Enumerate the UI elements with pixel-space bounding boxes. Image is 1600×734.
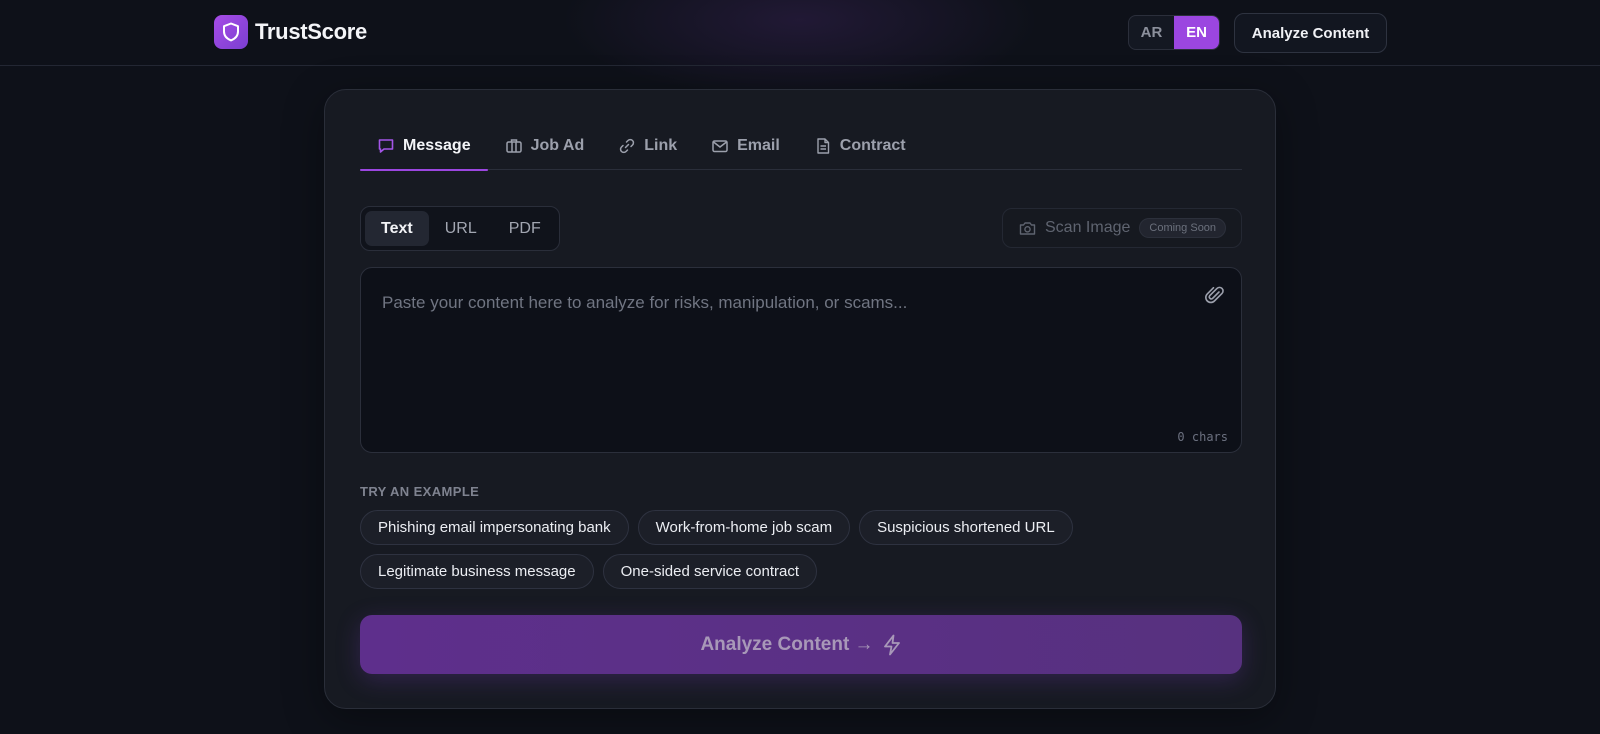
textarea-placeholder: Paste your content here to analyze for r… (382, 293, 908, 312)
example-chip[interactable]: Legitimate business message (360, 554, 594, 589)
scan-image-button[interactable]: Scan Image Coming Soon (1002, 208, 1242, 248)
mode-url-button[interactable]: URL (429, 211, 493, 246)
content-textarea[interactable]: Paste your content here to analyze for r… (360, 267, 1242, 453)
lightning-icon (883, 634, 900, 655)
input-mode-switch: Text URL PDF (360, 206, 560, 251)
tab-message[interactable]: Message (360, 122, 488, 171)
tab-label: Link (644, 137, 678, 154)
example-chip[interactable]: One-sided service contract (602, 554, 818, 589)
examples-heading: TRY AN EXAMPLE (360, 484, 480, 499)
tab-label: Contract (839, 137, 906, 154)
brand-name: TrustScore (255, 19, 367, 44)
tab-link[interactable]: Link (601, 122, 694, 170)
camera-icon (1019, 221, 1036, 235)
language-toggle: AR EN (1128, 15, 1220, 50)
analyze-button-label: Analyze Content → (700, 633, 874, 655)
lang-en-button[interactable]: EN (1174, 16, 1219, 49)
example-chip[interactable]: Work-from-home job scam (637, 510, 851, 545)
paperclip-icon[interactable] (1205, 284, 1225, 311)
analyze-content-button[interactable]: Analyze Content → (360, 615, 1242, 674)
mode-pdf-button[interactable]: PDF (493, 211, 557, 246)
header-analyze-button[interactable]: Analyze Content (1234, 13, 1387, 53)
tab-label: Job Ad (530, 137, 585, 154)
mode-text-button[interactable]: Text (365, 211, 429, 246)
example-chip[interactable]: Suspicious shortened URL (859, 510, 1073, 545)
analyzer-card: Message Job Ad Link Email Contract Text … (324, 89, 1276, 709)
tab-email[interactable]: Email (694, 122, 797, 170)
lang-ar-button[interactable]: AR (1129, 16, 1174, 49)
tab-label: Message (403, 137, 471, 154)
document-icon (817, 138, 829, 154)
mail-icon (712, 140, 728, 153)
content-type-tabs: Message Job Ad Link Email Contract (360, 122, 1242, 171)
tab-job-ad[interactable]: Job Ad (488, 122, 602, 170)
coming-soon-badge: Coming Soon (1139, 218, 1227, 238)
message-icon (378, 139, 394, 153)
example-chips: Phishing email impersonating bank Work-f… (360, 510, 1242, 598)
scan-image-label: Scan Image (1045, 219, 1131, 236)
link-icon (620, 138, 635, 154)
briefcase-icon (505, 139, 522, 153)
shield-icon (214, 15, 248, 49)
tab-contract[interactable]: Contract (797, 122, 923, 170)
example-chip[interactable]: Phishing email impersonating bank (360, 510, 629, 545)
brand[interactable]: TrustScore (214, 15, 367, 49)
top-nav: TrustScore AR EN Analyze Content (0, 0, 1600, 66)
tab-label: Email (737, 137, 780, 154)
char-counter: 0 chars (1177, 430, 1228, 444)
